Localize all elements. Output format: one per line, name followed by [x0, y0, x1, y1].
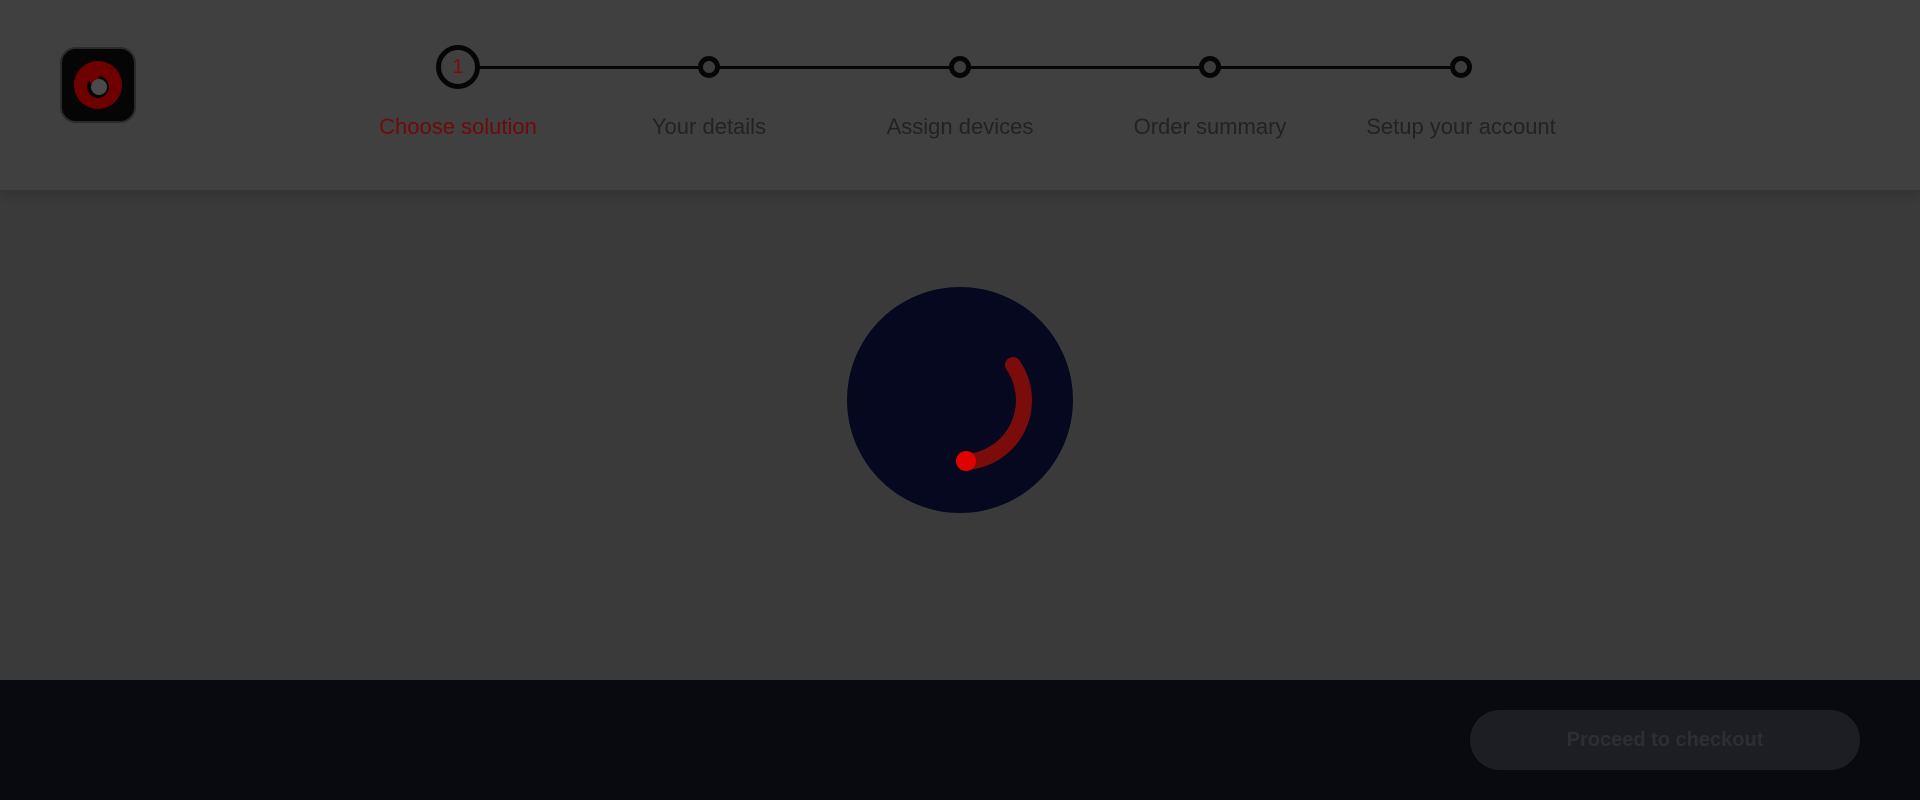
step-4-label[interactable]: Order summary: [1090, 114, 1330, 140]
spinner-background: [847, 287, 1073, 513]
header: 1 Choose solution Your details Assign de…: [0, 0, 1920, 190]
loading-spinner-icon: [847, 287, 1073, 513]
progress-stepper: 1 Choose solution Your details Assign de…: [0, 0, 1920, 190]
spinner-dot: [956, 451, 976, 471]
step-2-label[interactable]: Your details: [589, 114, 829, 140]
step-5-label[interactable]: Setup your account: [1341, 114, 1581, 140]
step-1-indicator[interactable]: 1: [436, 45, 480, 89]
footer-bar: Proceed to checkout: [0, 680, 1920, 800]
step-3-label[interactable]: Assign devices: [840, 114, 1080, 140]
proceed-to-checkout-button[interactable]: Proceed to checkout: [1470, 710, 1860, 770]
step-4-indicator[interactable]: [1199, 56, 1221, 78]
step-1-number: 1: [452, 55, 464, 78]
step-1-label[interactable]: Choose solution: [338, 114, 578, 140]
page: 1 Choose solution Your details Assign de…: [0, 0, 1920, 800]
step-5-indicator[interactable]: [1450, 56, 1472, 78]
step-3-indicator[interactable]: [949, 56, 971, 78]
step-2-indicator[interactable]: [698, 56, 720, 78]
